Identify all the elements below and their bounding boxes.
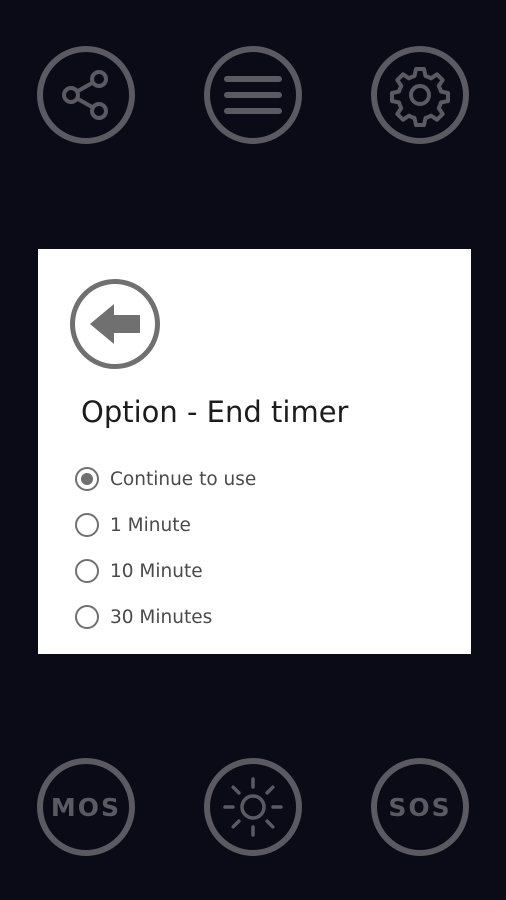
back-arrow-icon [90,304,140,344]
light-button[interactable] [204,758,302,856]
radio-button[interactable] [75,513,99,537]
back-button[interactable] [70,279,160,369]
settings-button[interactable] [371,46,469,144]
option-10-minute[interactable]: 10 Minute [75,548,256,594]
radio-button[interactable] [75,559,99,583]
option-label: 30 Minutes [110,606,213,628]
gear-icon [390,67,450,127]
sos-label: SOS [388,792,452,822]
option-continue[interactable]: Continue to use [75,456,256,502]
mos-button[interactable]: MOS [37,758,135,856]
sos-button[interactable]: SOS [371,758,469,856]
option-30-minutes[interactable]: 30 Minutes [75,594,256,640]
sun-icon [223,777,283,837]
option-label: 10 Minute [110,560,203,582]
menu-button[interactable] [204,46,302,144]
share-button[interactable] [37,46,135,144]
dialog-title: Option - End timer [81,395,349,429]
mos-label: MOS [50,792,122,822]
share-icon [62,70,108,120]
option-label: Continue to use [110,468,257,490]
option-1-minute[interactable]: 1 Minute [75,502,256,548]
hamburger-menu-icon [224,76,282,114]
option-label: 1 Minute [110,514,191,536]
radio-button-selected[interactable] [75,467,99,491]
radio-button[interactable] [75,605,99,629]
timer-options: Continue to use 1 Minute 10 Minute 30 Mi… [75,456,256,640]
end-timer-dialog: Option - End timer Continue to use 1 Min… [38,249,471,654]
